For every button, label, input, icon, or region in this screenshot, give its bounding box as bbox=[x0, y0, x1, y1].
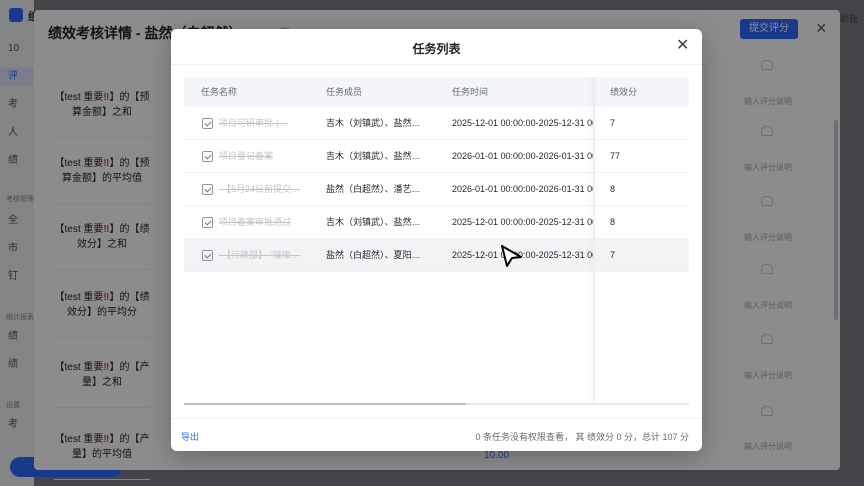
task-name[interactable]: 项目可研审批-(… bbox=[219, 107, 309, 140]
task-time: 2026-01-01 00:00:00-2026-01-31 00:00:00 bbox=[452, 184, 594, 194]
table-row[interactable]: 项目备案审批通过 吉木（刘镇武）、盐然… 2025-12-01 00:00:00… bbox=[184, 206, 689, 239]
horizontal-scrollbar-thumb[interactable] bbox=[184, 403, 466, 405]
modal-title: 任务列表 bbox=[412, 42, 461, 56]
task-name[interactable]: -【5月24日前提交… bbox=[219, 173, 309, 206]
table-row[interactable]: 项目登记备案 吉木（刘镇武）、盐然… 2026-01-01 00:00:00-2… bbox=[184, 140, 689, 173]
column-header-members: 任务成员 bbox=[326, 87, 363, 97]
task-score: 77 bbox=[610, 151, 621, 161]
task-members: 盐然（白超然）、潘艺… bbox=[326, 184, 421, 194]
completed-checkbox-icon bbox=[202, 184, 213, 195]
completed-checkbox-icon bbox=[202, 250, 213, 261]
modal-footer: 导出 0 条任务没有权限查看， 其 绩效分 0 分，总计 107 分 bbox=[171, 418, 702, 451]
task-name[interactable]: -【行政部】-“璀璨… bbox=[219, 239, 309, 272]
task-score: 7 bbox=[610, 250, 616, 260]
task-list-modal: 任务列表 ✕ 任务名称 任务成员 任务时间 绩效分 项目可研审批-(… 吉木（刘… bbox=[171, 29, 702, 451]
modal-header: 任务列表 ✕ bbox=[171, 29, 702, 65]
fixed-column-divider bbox=[593, 77, 595, 403]
task-time: 2025-12-01 00:00:00-2025-12-31 00:00:00 bbox=[452, 118, 594, 128]
mouse-cursor-icon bbox=[501, 245, 522, 267]
close-icon[interactable]: ✕ bbox=[676, 37, 689, 55]
table-row-hovered[interactable]: -【行政部】-“璀璨… 盐然（白超然）、夏阳… 2025-12-01 00:00… bbox=[184, 239, 689, 272]
task-table: 任务名称 任务成员 任务时间 绩效分 项目可研审批-(… 吉木（刘镇武）、盐然…… bbox=[184, 77, 689, 403]
task-time: 2026-01-01 00:00:00-2026-01-31 00:00:00 bbox=[452, 151, 594, 161]
column-header-task: 任务名称 bbox=[201, 87, 238, 97]
score-summary: 0 条任务没有权限查看， 其 绩效分 0 分，总计 107 分 bbox=[475, 432, 689, 442]
task-members: 吉木（刘镇武）、盐然… bbox=[326, 118, 421, 128]
task-time: 2025-12-01 00:00:00-2025-12-31 00:00:00 bbox=[452, 217, 594, 227]
task-members: 盐然（白超然）、夏阳… bbox=[326, 250, 421, 260]
table-row[interactable]: -【5月24日前提交… 盐然（白超然）、潘艺… 2026-01-01 00:00… bbox=[184, 173, 689, 206]
column-header-time: 任务时间 bbox=[452, 87, 489, 97]
task-members: 吉木（刘镇武）、盐然… bbox=[326, 217, 421, 227]
task-name[interactable]: 项目备案审批通过 bbox=[219, 206, 309, 239]
task-score: 7 bbox=[610, 118, 616, 128]
task-score: 8 bbox=[610, 217, 616, 227]
column-header-score: 绩效分 bbox=[610, 87, 638, 97]
table-row[interactable]: 项目可研审批-(… 吉木（刘镇武）、盐然… 2025-12-01 00:00:0… bbox=[184, 107, 689, 140]
export-link[interactable]: 导出 bbox=[181, 430, 199, 443]
table-header: 任务名称 任务成员 任务时间 绩效分 bbox=[184, 77, 689, 107]
completed-checkbox-icon bbox=[202, 118, 213, 129]
task-members: 吉木（刘镇武）、盐然… bbox=[326, 151, 421, 161]
task-score: 8 bbox=[610, 184, 616, 194]
completed-checkbox-icon bbox=[202, 151, 213, 162]
completed-checkbox-icon bbox=[202, 217, 213, 228]
task-name[interactable]: 项目登记备案 bbox=[219, 140, 309, 173]
